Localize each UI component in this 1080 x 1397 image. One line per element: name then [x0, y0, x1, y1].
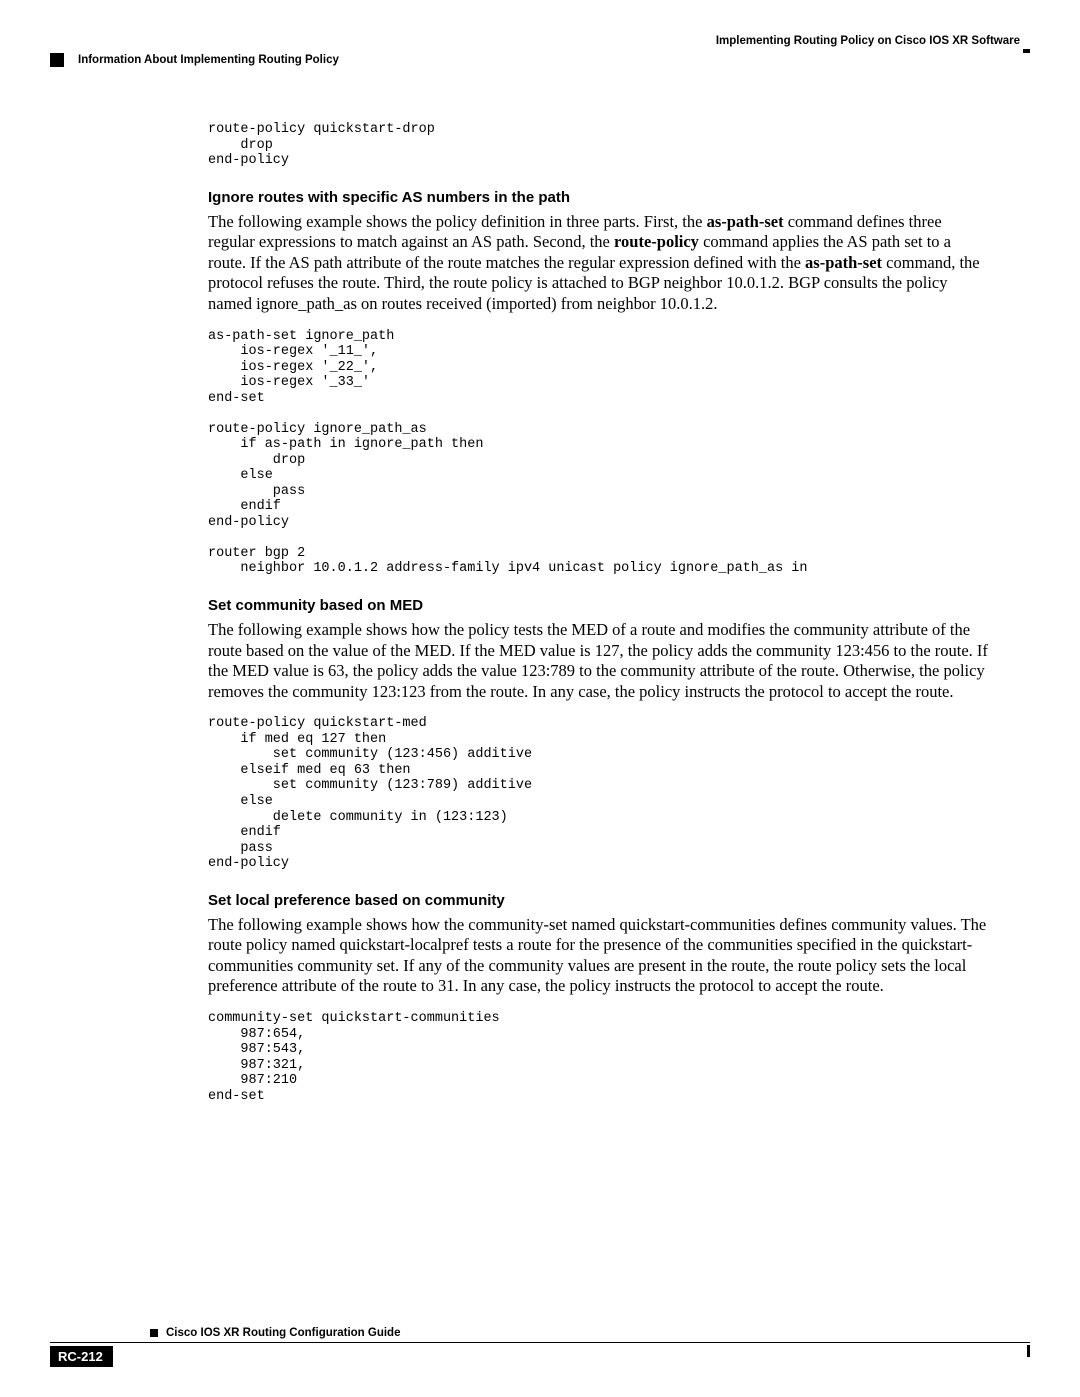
code-block-2: as-path-set ignore_path ios-regex '_11_'… — [208, 329, 990, 577]
s1-p1: The following example shows the policy d… — [208, 212, 707, 231]
body-text-1: The following example shows the policy d… — [208, 212, 990, 315]
footer-right-tick-icon — [1027, 1345, 1030, 1357]
code-block-1: route-policy quickstart-drop drop end-po… — [208, 122, 990, 169]
code-block-4: community-set quickstart-communities 987… — [208, 1011, 990, 1104]
header-left: Information About Implementing Routing P… — [78, 54, 339, 66]
page-number: RC-212 — [50, 1346, 113, 1367]
footer-line: Cisco IOS XR Routing Configuration Guide — [50, 1327, 1030, 1339]
s1-b2: route-policy — [614, 232, 699, 251]
body-text-3: The following example shows how the comm… — [208, 915, 990, 998]
section-heading-1: Ignore routes with specific AS numbers i… — [208, 189, 990, 206]
header-right: Implementing Routing Policy on Cisco IOS… — [50, 35, 1030, 47]
footer: Cisco IOS XR Routing Configuration Guide… — [50, 1327, 1030, 1367]
footer-rule — [50, 1342, 1030, 1343]
header-left-text: Information About Implementing Routing P… — [78, 54, 339, 66]
content-area: route-policy quickstart-drop drop end-po… — [50, 67, 1030, 1104]
header-left-wrap: Information About Implementing Routing P… — [50, 53, 1030, 67]
header-right-text: Implementing Routing Policy on Cisco IOS… — [716, 35, 1020, 47]
header-marker-icon — [50, 53, 64, 67]
s1-b3: as-path-set — [805, 253, 882, 272]
code-block-3: route-policy quickstart-med if med eq 12… — [208, 716, 990, 871]
body-text-2: The following example shows how the poli… — [208, 620, 990, 703]
footer-marker-icon — [150, 1329, 158, 1337]
footer-title: Cisco IOS XR Routing Configuration Guide — [166, 1327, 400, 1339]
section-heading-2: Set community based on MED — [208, 597, 990, 614]
section-heading-3: Set local preference based on community — [208, 892, 990, 909]
s1-b1: as-path-set — [707, 212, 784, 231]
